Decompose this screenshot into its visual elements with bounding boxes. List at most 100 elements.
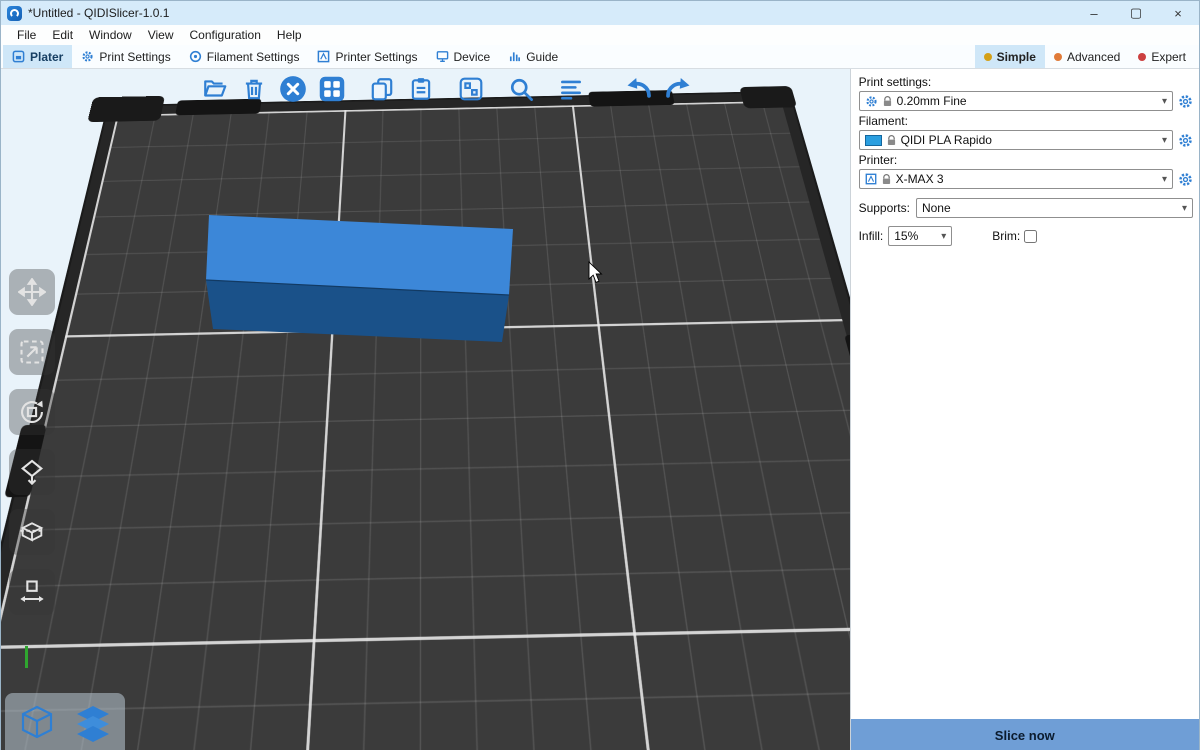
delete-all-button[interactable]	[275, 71, 311, 107]
measure-button[interactable]	[9, 569, 55, 615]
split-to-objects-button[interactable]	[453, 71, 489, 107]
variable-layer-height-button[interactable]	[553, 71, 589, 107]
tab-printer-settings[interactable]: Printer Settings	[308, 45, 426, 68]
filament-gear-button[interactable]	[1178, 133, 1193, 148]
print-settings-label: Print settings:	[859, 75, 1193, 89]
infill-value: 15%	[894, 229, 936, 243]
cut-icon	[18, 518, 46, 546]
move-button[interactable]	[9, 269, 55, 315]
app-window: *Untitled - QIDISlicer-1.0.1 – ▢ × File …	[0, 0, 1200, 750]
dropdown-arrow-icon: ▾	[1162, 96, 1167, 107]
filament-dropdown[interactable]: QIDI PLA Rapido ▾	[859, 130, 1173, 150]
tab-guide[interactable]: Guide	[499, 45, 567, 68]
printer-gear-button[interactable]	[1178, 172, 1193, 187]
3d-cube-icon	[17, 702, 57, 742]
guide-icon	[508, 50, 521, 63]
measure-icon	[18, 578, 46, 606]
menu-edit[interactable]: Edit	[44, 26, 81, 44]
mode-label: Advanced	[1067, 50, 1120, 64]
lock-icon	[883, 96, 892, 107]
tab-print-settings[interactable]: Print Settings	[72, 45, 179, 68]
menu-help[interactable]: Help	[269, 26, 310, 44]
gear-icon	[81, 50, 94, 63]
filament-color-swatch	[865, 135, 882, 146]
device-icon	[436, 50, 449, 63]
place-on-face-button[interactable]	[9, 449, 55, 495]
print-settings-gear-button[interactable]	[1178, 94, 1193, 109]
copy-icon	[369, 76, 395, 102]
tab-label: Print Settings	[99, 50, 170, 64]
3d-editor-view-button[interactable]	[11, 696, 63, 748]
printer-dropdown[interactable]: X-MAX 3 ▾	[859, 169, 1173, 189]
arrange-icon	[318, 75, 346, 103]
print-settings-value: 0.20mm Fine	[897, 94, 1157, 108]
redo-button[interactable]	[660, 71, 696, 107]
printer-label: Printer:	[859, 153, 1193, 167]
printer-icon	[865, 173, 877, 185]
supports-dropdown[interactable]: None ▾	[916, 198, 1193, 218]
slice-now-button[interactable]: Slice now	[851, 719, 1199, 750]
dropdown-arrow-icon: ▾	[941, 231, 946, 242]
minimize-button[interactable]: –	[1073, 1, 1115, 25]
maximize-button[interactable]: ▢	[1115, 1, 1157, 25]
tab-label: Guide	[526, 50, 558, 64]
tab-device[interactable]: Device	[427, 45, 500, 68]
tab-filament-settings[interactable]: Filament Settings	[180, 45, 309, 68]
undo-button[interactable]	[621, 71, 657, 107]
cut-button[interactable]	[9, 509, 55, 555]
delete-button[interactable]	[236, 71, 272, 107]
mode-advanced[interactable]: Advanced	[1045, 45, 1129, 68]
place-on-face-icon	[18, 458, 46, 486]
copy-button[interactable]	[364, 71, 400, 107]
window-controls: – ▢ ×	[1073, 1, 1199, 25]
preview-view-button[interactable]	[67, 696, 119, 748]
app-icon	[7, 6, 22, 21]
left-toolbar	[9, 269, 55, 615]
mode-label: Simple	[997, 50, 1036, 64]
main-area: Print settings: 0.20mm Fine ▾ Filament: …	[1, 69, 1199, 750]
tabbar: Plater Print Settings Filament Settings …	[1, 45, 1199, 69]
trash-icon	[241, 76, 267, 102]
settings-sidebar: Print settings: 0.20mm Fine ▾ Filament: …	[850, 69, 1199, 750]
titlebar: *Untitled - QIDISlicer-1.0.1 – ▢ ×	[1, 1, 1199, 25]
infill-dropdown[interactable]: 15% ▾	[888, 226, 952, 246]
printer-icon	[317, 50, 330, 63]
brim-checkbox[interactable]	[1024, 230, 1037, 243]
menubar: File Edit Window View Configuration Help	[1, 25, 1199, 45]
window-title: *Untitled - QIDISlicer-1.0.1	[28, 6, 169, 20]
close-button[interactable]: ×	[1157, 1, 1199, 25]
paste-button[interactable]	[403, 71, 439, 107]
simple-mode-dot-icon	[984, 53, 992, 61]
mode-expert[interactable]: Expert	[1129, 45, 1195, 68]
filament-value: QIDI PLA Rapido	[901, 133, 1157, 147]
mode-simple[interactable]: Simple	[975, 45, 1045, 68]
move-icon	[18, 278, 46, 306]
menu-view[interactable]: View	[140, 26, 182, 44]
menu-window[interactable]: Window	[81, 26, 140, 44]
plater-icon	[12, 50, 25, 63]
rotate-icon	[18, 398, 46, 426]
supports-value: None	[922, 201, 1177, 215]
print-settings-dropdown[interactable]: 0.20mm Fine ▾	[859, 91, 1173, 111]
gear-icon	[865, 95, 878, 108]
paste-icon	[408, 76, 434, 102]
dropdown-arrow-icon: ▾	[1182, 203, 1187, 214]
brim-label: Brim:	[992, 229, 1020, 243]
menu-file[interactable]: File	[9, 26, 44, 44]
search-icon	[508, 76, 535, 103]
tab-label: Device	[454, 50, 491, 64]
open-folder-icon	[202, 76, 228, 102]
layer-height-icon	[558, 76, 584, 102]
open-button[interactable]	[197, 71, 233, 107]
menu-configuration[interactable]: Configuration	[182, 26, 269, 44]
3d-viewport[interactable]	[1, 69, 850, 750]
search-button[interactable]	[503, 71, 539, 107]
dropdown-arrow-icon: ▾	[1162, 174, 1167, 185]
rotate-button[interactable]	[9, 389, 55, 435]
advanced-mode-dot-icon	[1054, 53, 1062, 61]
tab-plater[interactable]: Plater	[3, 45, 72, 68]
bed-corner-clip	[87, 96, 165, 122]
arrange-button[interactable]	[314, 71, 350, 107]
scale-icon	[18, 338, 46, 366]
scale-button[interactable]	[9, 329, 55, 375]
